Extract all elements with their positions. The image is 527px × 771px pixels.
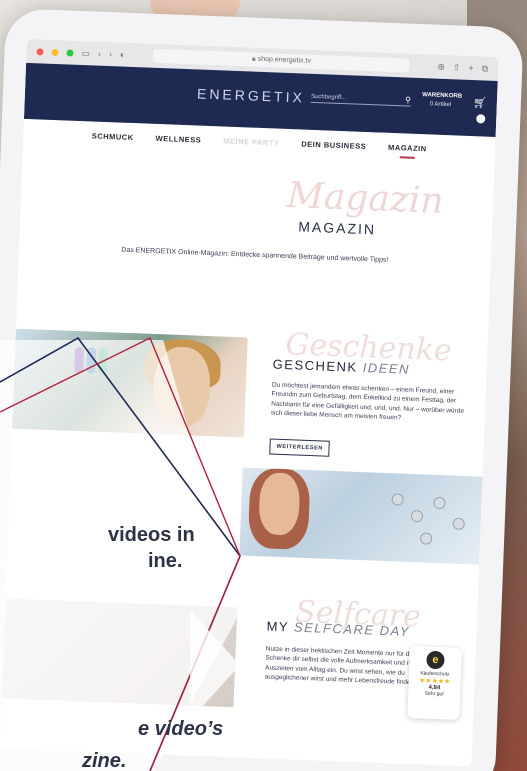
url-text: shop.energetix.tv — [257, 55, 312, 65]
wasser-title-italic: IST LEBEN — [99, 460, 180, 475]
overlay-text-3: e video’s — [138, 718, 224, 740]
minimize-dot-icon[interactable] — [51, 48, 59, 56]
page-subtitle: Das ENERGETIX Online-Magazin: Entdecke s… — [121, 246, 389, 264]
badge-rating: Sehr gut — [424, 690, 444, 698]
overlay-wasser-title: WASSER IST LEBEN — [30, 460, 180, 475]
geschenk-title-italic: IDEEN — [362, 360, 411, 377]
geschenk-title-main: GESCHENK — [272, 356, 358, 375]
new-tab-icon[interactable]: + — [468, 63, 474, 73]
wasser-image[interactable] — [239, 467, 483, 565]
nav-item-wellness[interactable]: WELLNESS — [155, 133, 201, 144]
nav-item-schmuck[interactable]: SCHMUCK — [92, 131, 134, 142]
search-input[interactable]: Suchbegriff... ⚲ — [310, 93, 411, 107]
selfcare-title-italic: SELFCARE DAY — [293, 619, 411, 640]
charm-icon — [391, 493, 404, 506]
nav-item-meine-party[interactable]: MEINE PARTY — [223, 136, 280, 147]
tabs-icon[interactable]: ⧉ — [482, 63, 489, 74]
wasser-title-main: WASSER — [30, 460, 95, 475]
nav-item-dein-business[interactable]: DEIN BUSINESS — [301, 139, 366, 150]
geschenk-read-more-button[interactable]: WEITERLESEN — [269, 438, 331, 457]
nav-item-magazin[interactable]: MAGAZIN — [388, 142, 427, 152]
logo[interactable]: ENERGETIX — [197, 85, 305, 105]
user-icon[interactable] — [476, 114, 486, 124]
charm-icon — [419, 532, 433, 545]
cart-count: 0 Artikel — [429, 101, 452, 109]
cart-title[interactable]: WARENKORB — [422, 92, 462, 100]
overlay-text-2: ine. — [148, 550, 183, 572]
cart-icon[interactable]: 🛒︎ — [473, 96, 487, 110]
forward-icon[interactable]: › — [109, 49, 112, 59]
geschenk-text: Du möchtest jemandem etwas schenken – ei… — [270, 381, 465, 422]
share-icon[interactable]: ⇧ — [453, 62, 461, 73]
selfcare-title-main: MY — [266, 618, 290, 635]
overlay-text-4: zine. — [82, 750, 127, 771]
search-placeholder: Suchbegriff... — [310, 93, 347, 102]
charm-icon — [452, 517, 465, 531]
magazine-script: Magazin — [286, 174, 445, 222]
charm-icon — [433, 496, 446, 510]
magazine-heading: Magazin MAGAZIN — [20, 175, 493, 248]
overlay-text-1: videos in — [108, 524, 195, 546]
zoom-dot-icon[interactable] — [66, 48, 74, 57]
wasser-read-more-button[interactable]: WEITERLESEN — [30, 555, 91, 571]
back-icon[interactable]: ‹ — [98, 49, 101, 59]
charm-icon — [410, 509, 424, 523]
trust-badge[interactable]: e Käuferschutz ★★★★★ 4,84 Sehr gut — [407, 646, 462, 720]
shield-icon[interactable]: ◐ — [120, 49, 126, 59]
download-icon[interactable]: ⊕ — [437, 61, 445, 72]
trusted-shops-icon: e — [426, 650, 445, 670]
search-icon[interactable]: ⚲ — [405, 95, 411, 104]
page-title: MAGAZIN — [298, 218, 377, 238]
close-dot-icon[interactable] — [36, 47, 44, 56]
sidebar-icon[interactable]: ▭ — [81, 47, 90, 58]
